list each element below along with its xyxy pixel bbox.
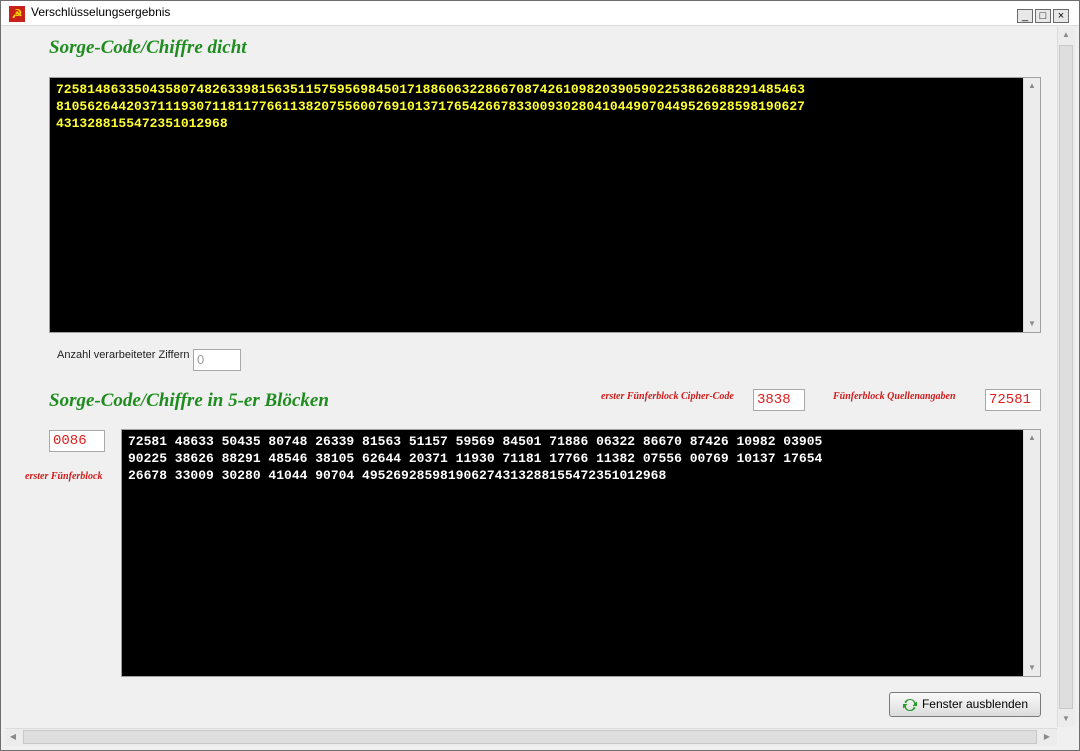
dense-code-line-2: 8105626442037111930711811776611382075560… <box>56 99 805 114</box>
close-button[interactable]: × <box>1053 9 1069 23</box>
horizontal-scroll-thumb[interactable] <box>23 730 1037 744</box>
dense-code-line-1: 7258148633504358074826339815635115759569… <box>56 82 805 97</box>
dense-code-heading: Sorge-Code/Chiffre dicht <box>49 37 247 58</box>
hide-window-label: Fenster ausblenden <box>921 697 1029 711</box>
hide-window-button[interactable]: Fenster ausblenden <box>889 692 1041 717</box>
refresh-icon <box>902 698 917 711</box>
first-block-label: erster Fünferblock <box>25 471 103 482</box>
scroll-up-icon[interactable]: ▲ <box>1024 430 1040 446</box>
window: ☭ Verschlüsselungsergebnis _ □ × Sorge-C… <box>0 0 1080 751</box>
maximize-button[interactable]: □ <box>1035 9 1051 23</box>
block-code-line-2: 90225 38626 88291 48546 38105 62644 2037… <box>128 451 823 466</box>
block-code-heading: Sorge-Code/Chiffre in 5-er Blöcken <box>49 390 329 411</box>
scroll-up-icon[interactable]: ▲ <box>1024 78 1040 94</box>
scroll-down-icon[interactable]: ▼ <box>1024 660 1040 676</box>
scroll-up-icon[interactable]: ▲ <box>1058 27 1074 43</box>
digit-count-field[interactable]: 0 <box>193 349 241 371</box>
block-code-scrollbar[interactable]: ▲ ▼ <box>1023 430 1040 676</box>
block-code-memo[interactable]: 72581 48633 50435 80748 26339 81563 5115… <box>121 429 1041 677</box>
hammer-sickle-icon[interactable]: ☭ <box>9 6 25 22</box>
dense-code-scrollbar[interactable]: ▲ ▼ <box>1023 78 1040 332</box>
cipher-code-field[interactable]: 3838 <box>753 389 805 411</box>
window-title: Verschlüsselungsergebnis <box>31 5 171 19</box>
vertical-scroll-thumb[interactable] <box>1059 45 1073 709</box>
block-code-line-1: 72581 48633 50435 80748 26339 81563 5115… <box>128 434 823 449</box>
scroll-right-icon[interactable]: ▶ <box>1039 729 1055 745</box>
scroll-down-icon[interactable]: ▼ <box>1058 711 1074 727</box>
block-code-line-3: 26678 33009 30280 41044 90704 4952692859… <box>128 468 667 483</box>
dense-code-line-3: 4313288155472351012968 <box>56 116 228 131</box>
client-area: Sorge-Code/Chiffre dicht 725814863350435… <box>5 27 1057 727</box>
window-vertical-scrollbar[interactable]: ▲ ▼ <box>1057 27 1075 727</box>
first-block-field[interactable]: 0086 <box>49 430 105 452</box>
minimize-button[interactable]: _ <box>1017 9 1033 23</box>
digit-count-label: Anzahl verarbeiteter Ziffern <box>57 349 190 361</box>
scroll-down-icon[interactable]: ▼ <box>1024 316 1040 332</box>
sources-field[interactable]: 72581 <box>985 389 1041 411</box>
dense-code-memo[interactable]: 7258148633504358074826339815635115759569… <box>49 77 1041 333</box>
scroll-left-icon[interactable]: ◀ <box>5 729 21 745</box>
cipher-code-label: erster Fünferblock Cipher-Code <box>601 391 734 402</box>
window-horizontal-scrollbar[interactable]: ◀ ▶ <box>5 728 1057 746</box>
title-bar[interactable]: ☭ Verschlüsselungsergebnis _ □ × <box>1 1 1079 26</box>
sources-label: Fünferblock Quellenangaben <box>833 391 956 402</box>
